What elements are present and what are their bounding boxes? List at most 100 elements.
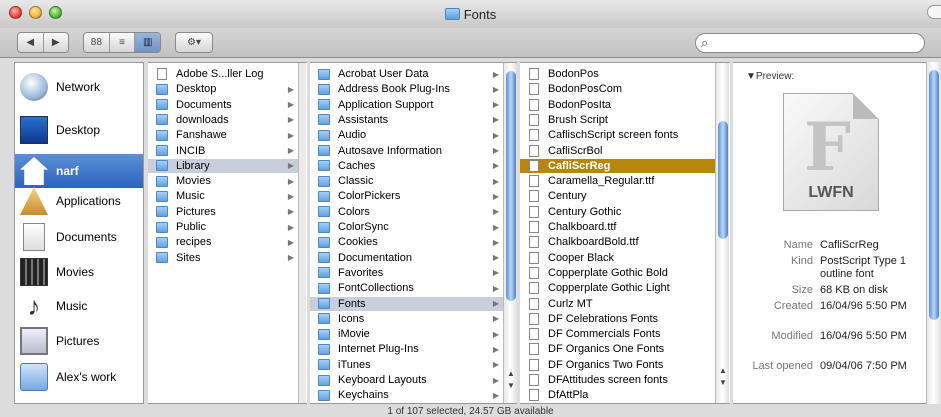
sidebar-item-desktop[interactable]: Desktop <box>15 113 143 147</box>
scroll-thumb[interactable] <box>718 121 728 239</box>
list-item[interactable]: DF Commercials Fonts <box>520 327 715 341</box>
scroll-down-arrow[interactable]: ▼ <box>716 377 730 389</box>
list-item[interactable]: Chalkboard.ttf <box>520 220 715 234</box>
forward-button[interactable]: ▶ <box>44 33 69 52</box>
list-item[interactable]: Cooper Black <box>520 251 715 265</box>
list-item[interactable]: FontCollections ▶ <box>310 281 503 295</box>
list-item[interactable]: Documentation ▶ <box>310 251 503 265</box>
list-item[interactable]: Movies ▶ <box>148 174 298 188</box>
list-item[interactable]: DF Organics One Fonts <box>520 342 715 356</box>
scroll-down-arrow[interactable]: ▼ <box>504 380 517 392</box>
list-item[interactable]: DF Organics Two Fonts <box>520 358 715 372</box>
list-item[interactable]: DFAttitudes screen fonts <box>520 373 715 387</box>
disclosure-arrow-icon: ▶ <box>287 253 295 263</box>
scroll-up-arrow[interactable]: ▲ <box>504 368 517 380</box>
sidebar-item-movies[interactable]: Movies <box>15 255 143 289</box>
list-item[interactable]: Adobe S...ller Log <box>148 67 298 81</box>
info-value: CafliScrReg <box>820 239 879 251</box>
list-item[interactable]: Copperplate Gothic Bold <box>520 266 715 280</box>
column-resize-handle[interactable] <box>298 63 306 403</box>
toolbar-toggle-button[interactable] <box>927 5 941 19</box>
list-item[interactable]: ColorPickers ▶ <box>310 189 503 203</box>
list-item[interactable]: BodonPosIta <box>520 98 715 112</box>
folder-icon <box>156 190 168 202</box>
list-item[interactable]: CaflischScript screen fonts <box>520 128 715 142</box>
list-item[interactable]: Keyboard Layouts ▶ <box>310 373 503 387</box>
search-field[interactable]: ⌕ <box>695 33 925 53</box>
list-item[interactable]: DfAttPla <box>520 388 715 402</box>
list-item[interactable]: Favorites ▶ <box>310 266 503 280</box>
sidebar-item-music[interactable]: ♪ Music <box>15 289 143 323</box>
scroll-thumb[interactable] <box>506 71 516 301</box>
list-item[interactable]: Fanshawe ▶ <box>148 128 298 142</box>
sidebar-item-alexs-work[interactable]: Alex's work <box>15 360 143 394</box>
list-item-label: iTunes <box>338 358 371 371</box>
list-item[interactable]: DF Celebrations Fonts <box>520 312 715 326</box>
list-item-label: Caches <box>338 159 376 172</box>
list-item-label: Colors <box>338 205 370 218</box>
list-item[interactable]: Century Gothic <box>520 205 715 219</box>
info-key: Size <box>791 284 813 296</box>
list-item[interactable]: downloads ▶ <box>148 113 298 127</box>
icon-view-button[interactable]: 88 <box>84 33 110 52</box>
list-item[interactable]: Fonts ▶ <box>310 296 503 311</box>
list-view-button[interactable]: ≡ <box>110 33 136 52</box>
list-item[interactable]: Music ▶ <box>148 189 298 203</box>
title-bar[interactable]: Fonts <box>0 0 941 28</box>
list-item[interactable]: Colors ▶ <box>310 205 503 219</box>
list-item[interactable]: Brush Script <box>520 113 715 127</box>
list-item[interactable]: recipes ▶ <box>148 235 298 249</box>
sidebar-item-network[interactable]: Network <box>15 70 143 104</box>
list-item[interactable]: Address Book Plug-Ins ▶ <box>310 82 503 96</box>
list-item[interactable]: Desktop ▶ <box>148 82 298 96</box>
list-item[interactable]: Sites ▶ <box>148 251 298 265</box>
list-item[interactable]: iTunes ▶ <box>310 358 503 372</box>
folder-icon <box>156 236 168 248</box>
preview-label[interactable]: ▼Preview: <box>746 71 794 82</box>
list-item-label: Caramella_Regular.ttf <box>548 175 655 188</box>
list-item[interactable]: Century <box>520 189 715 203</box>
list-item[interactable]: Assistants ▶ <box>310 113 503 127</box>
list-item[interactable]: ChalkboardBold.ttf <box>520 235 715 249</box>
list-item[interactable]: Icons ▶ <box>310 312 503 326</box>
column-scrollbar[interactable]: ▲ ▼ <box>715 63 729 403</box>
sidebar-item-pictures[interactable]: Pictures <box>15 324 143 358</box>
column-scrollbar[interactable]: ▲ ▼ <box>503 63 517 403</box>
list-item[interactable]: Library ▶ <box>148 158 298 173</box>
list-item[interactable]: Caches ▶ <box>310 159 503 173</box>
list-item[interactable]: Documents ▶ <box>148 98 298 112</box>
sidebar-item-documents[interactable]: Documents <box>15 220 143 254</box>
list-item[interactable]: Keychains ▶ <box>310 388 503 402</box>
list-item[interactable]: Caramella_Regular.ttf <box>520 174 715 188</box>
list-item[interactable]: Curlz MT <box>520 297 715 311</box>
list-item[interactable]: Autosave Information ▶ <box>310 144 503 158</box>
list-item[interactable]: iMovie ▶ <box>310 327 503 341</box>
list-item[interactable]: CafliScrBol <box>520 144 715 158</box>
disclosure-arrow-icon: ▶ <box>492 299 500 308</box>
list-item-label: Documentation <box>338 251 412 264</box>
folder-icon <box>20 363 48 391</box>
list-item[interactable]: Public ▶ <box>148 220 298 234</box>
column-view-button[interactable]: ▥ <box>135 33 160 52</box>
sidebar-item-narf[interactable]: narf <box>15 154 143 188</box>
back-button[interactable]: ◀ <box>18 33 44 52</box>
scroll-thumb[interactable] <box>929 70 939 320</box>
list-item[interactable]: Acrobat User Data ▶ <box>310 67 503 81</box>
list-item[interactable]: BodonPos <box>520 67 715 81</box>
list-item[interactable]: Cookies ▶ <box>310 235 503 249</box>
list-item[interactable]: Classic ▶ <box>310 174 503 188</box>
scroll-up-arrow[interactable]: ▲ <box>716 365 730 377</box>
list-item[interactable]: Internet Plug-Ins ▶ <box>310 342 503 356</box>
list-item[interactable]: CafliScrReg <box>520 158 715 173</box>
list-item[interactable]: Copperplate Gothic Light <box>520 281 715 295</box>
sidebar-item-applications[interactable]: Applications <box>15 184 143 218</box>
window-scrollbar[interactable] <box>926 62 941 404</box>
list-item[interactable]: ColorSync ▶ <box>310 220 503 234</box>
list-item[interactable]: Application Support ▶ <box>310 98 503 112</box>
list-item[interactable]: Pictures ▶ <box>148 205 298 219</box>
list-item[interactable]: INCIB ▶ <box>148 144 298 158</box>
list-item[interactable]: BodonPosCom <box>520 82 715 96</box>
list-item[interactable]: Audio ▶ <box>310 128 503 142</box>
folder-icon <box>318 190 330 202</box>
action-menu-button[interactable]: ⚙▾ <box>175 32 213 53</box>
